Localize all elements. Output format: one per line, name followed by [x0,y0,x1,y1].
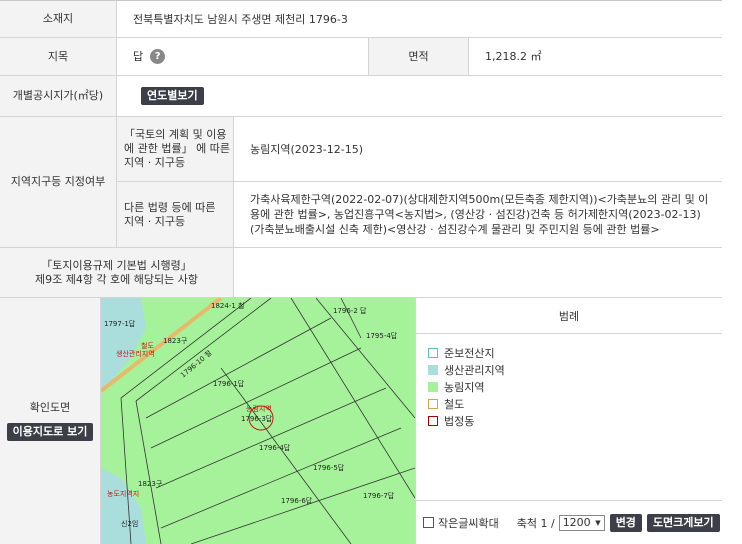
national-law-value: 농림지역(2023-12-15) [234,117,722,182]
jimok-value: 답 [133,50,144,63]
chevron-down-icon: ▼ [595,518,601,527]
legend-item-rail: 철도 [428,396,464,412]
use-map-button[interactable]: 이용지도로 보기 [6,423,94,441]
legend-swatch [428,382,438,392]
other-law-label: 다른 법령 등에 따른 지역 · 지구등 [117,182,234,247]
legend-title: 범례 [415,298,722,334]
small-text-label: 작은글씨확대 [438,516,499,530]
scale-select[interactable]: 1200 ▼ [558,514,605,531]
national-law-label: 「국토의 계획 및 이용 에 관한 법률」 에 따른 지역 · 지구등 [117,117,234,182]
yearly-view-button[interactable]: 연도별보기 [141,87,204,105]
price-label: 개별공시지가(㎡당) [0,76,117,116]
map-label-1824: 1824-1 철 [211,301,244,310]
scale-change-button[interactable]: 변경 [609,513,642,532]
zones-label: 지역지구등 지정여부 [0,117,117,247]
map-label-1796-4: 1796-4답 [259,443,291,452]
price-row: 개별공시지가(㎡당) 연도별보기 [0,76,722,117]
map-label-1796-2: 1796-2 답 [333,306,367,315]
legend-swatch [428,365,438,375]
legend-swatch [428,416,438,426]
legend-label: 법정동 [444,415,475,428]
map-row: 확인도면 이용지도로 보기 1824-1 철 1797-1답 1823구 철도 … [0,298,722,544]
regulation-label: 「토지이용규제 기본법 시행령」 제9조 제4항 각 호에 해당되는 사항 [0,248,234,297]
legend-item-farm: 농림지역 [428,379,484,395]
map-label-1797: 1797-1답 [104,319,136,328]
zones-row: 지역지구등 지정여부 「국토의 계획 및 이용 에 관한 법률」 에 따른 지역… [0,117,722,248]
area-label: 면적 [369,38,469,75]
area-value: 1,218.2 ㎡ [485,50,542,63]
map-label-1823-1: 1823구 [163,337,188,345]
small-text-checkbox[interactable] [423,517,434,528]
other-law-value: 가축사육제한구역(2022-02-07)(상대제한지역500m(모든축종 제한지… [250,193,709,236]
jimok-label: 지목 [0,38,117,75]
legend-item-production: 생산관리지역 [428,362,505,378]
legend-item-conservation: 준보전산지 [428,345,495,361]
parcel-map[interactable]: 1824-1 철 1797-1답 1823구 철도 생산관리지역 1796-10… [101,298,415,544]
map-label-farm-zone: 농림지역 [246,404,272,413]
map-label-1796-5: 1796-5답 [313,463,345,472]
map-label: 확인도면 [29,401,71,414]
legend-item-dong: 법정동 [428,413,474,429]
location-row: 소재지 전북특별자치도 남원시 주생면 제천리 1796-3 [0,1,722,38]
map-controls: 작은글씨확대 축척 1 / 1200 ▼ 변경 도면크게보기 [415,500,722,544]
legend-label: 생산관리지역 [444,364,505,377]
map-label-1796-7: 1796-7답 [363,491,395,500]
map-label-1796-6: 1796-6답 [281,496,313,505]
legend-swatch [428,399,438,409]
map-label-1796-3: 1796-3답 [241,414,273,423]
map-label-dong: 농도지역지 [107,489,139,498]
regulation-value [234,248,722,297]
legend-label: 농림지역 [444,381,485,394]
help-icon[interactable]: ? [150,49,166,64]
map-label-prod-zone: 생산관리지역 [116,349,155,358]
map-label-rail: 철도 [141,341,154,350]
legend-label: 준보전산지 [444,347,495,360]
jimok-row: 지목 답 ? 면적 1,218.2 ㎡ [0,38,722,76]
map-label-1823: 1823구 [138,480,163,488]
scale-label: 축척 1 / [516,516,555,530]
scale-value: 1200 [562,516,591,529]
map-label-cell: 확인도면 이용지도로 보기 [0,298,101,544]
price-cell: 연도별보기 [117,76,722,116]
legend-label: 철도 [444,398,465,411]
map-label-1796-1: 1796-1답 [213,379,245,388]
map-label-1822: 신2임 [121,519,138,528]
regulation-row: 「토지이용규제 기본법 시행령」 제9조 제4항 각 호에 해당되는 사항 [0,248,722,298]
legend-swatch [428,348,438,358]
map-label-1795-4: 1795-4답 [366,331,398,340]
land-use-table: 소재지 전북특별자치도 남원시 주생면 제천리 1796-3 지목 답 ? 면적… [0,0,722,544]
jimok-cell: 답 ? [117,38,369,75]
location-value: 전북특별자치도 남원시 주생면 제천리 1796-3 [133,12,348,26]
enlarge-map-button[interactable]: 도면크게보기 [646,513,720,532]
location-label: 소재지 [0,1,117,37]
